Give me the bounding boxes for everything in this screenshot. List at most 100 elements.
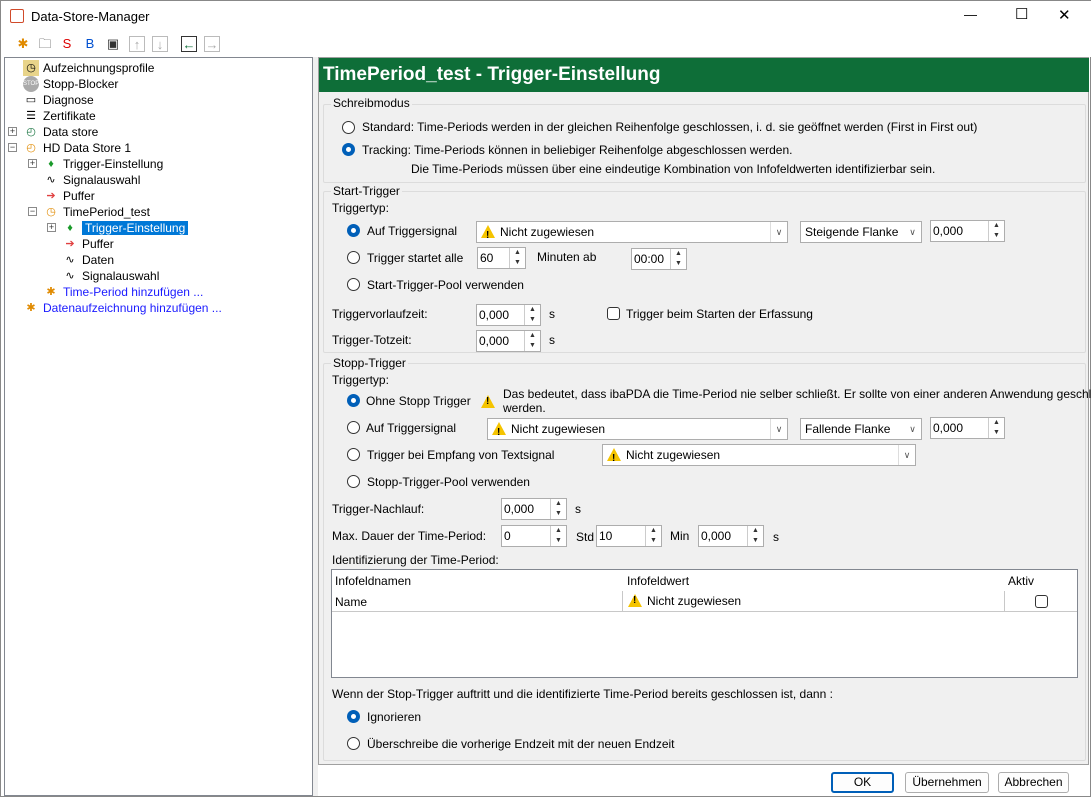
close-button[interactable]: ✕: [1058, 6, 1071, 24]
spinner-arrows-icon[interactable]: ▲ ▼: [670, 249, 686, 269]
stopp-trigger-pool-radio[interactable]: [347, 475, 360, 488]
new-profile-icon[interactable]: ✱: [15, 36, 31, 52]
column-header-infofeldwert[interactable]: Infofeldwert: [627, 574, 689, 588]
vorlauf-unit: s: [549, 307, 555, 321]
max-seconds-spinner[interactable]: 0,000 ▲ ▼: [698, 525, 764, 547]
ignorieren-radio[interactable]: [347, 710, 360, 723]
max-hours-spinner[interactable]: 0 ▲ ▼: [501, 525, 567, 547]
textsignal-combo[interactable]: Nicht zugewiesen∨: [602, 444, 916, 469]
collapse-icon[interactable]: −: [28, 207, 37, 216]
expand-icon[interactable]: +: [47, 223, 56, 232]
warning-icon: [481, 225, 495, 246]
tree-item-signalauswahl[interactable]: ∿ Signalauswahl: [62, 268, 159, 284]
textsignal-radio[interactable]: [347, 448, 360, 461]
spinner-arrows-icon[interactable]: ▲ ▼: [747, 526, 763, 546]
open-folder-icon[interactable]: 🗀: [37, 36, 53, 52]
nachlauf-spinner[interactable]: 0,000 ▲ ▼: [501, 498, 567, 520]
tree-item-daten[interactable]: ∿ Daten: [62, 252, 114, 268]
save-icon[interactable]: ▣: [105, 36, 121, 52]
cancel-button[interactable]: Abbrechen: [998, 772, 1069, 793]
ok-button[interactable]: OK: [831, 772, 894, 793]
stopp-trigger-pool-label: Stopp-Trigger-Pool verwenden: [367, 475, 530, 489]
tree-item-trigger-einstellung[interactable]: ♦ Trigger-Einstellung: [43, 156, 163, 172]
column-header-aktiv[interactable]: Aktiv: [1008, 574, 1034, 588]
totzeit-spinner[interactable]: 0,000 ▲ ▼: [476, 330, 541, 352]
spinner-arrows-icon[interactable]: ▲ ▼: [509, 248, 525, 268]
start-level-spinner[interactable]: 0,000 ▲ ▼: [930, 220, 1005, 242]
maximize-button[interactable]: ☐: [1015, 5, 1028, 23]
stop-signal-combo[interactable]: Nicht zugewiesen∨: [487, 418, 788, 443]
table-row[interactable]: Name Nicht zugewiesen: [332, 591, 1077, 612]
spinner-arrows-icon[interactable]: ▲ ▼: [645, 526, 661, 546]
tracking-radio[interactable]: [342, 143, 355, 156]
start-time-spinner[interactable]: 00:00 ▲ ▼: [631, 248, 687, 270]
seconds-unit: s: [773, 530, 779, 544]
monitor-icon: ▭: [25, 94, 37, 106]
page-title: TimePeriod_test - Trigger-Einstellung: [319, 58, 1089, 92]
spinner-arrows-icon[interactable]: ▲ ▼: [988, 418, 1004, 438]
tree-item-aufzeichnungsprofile[interactable]: ◷ Aufzeichnungsprofile: [23, 60, 154, 76]
move-down-icon[interactable]: ↓: [152, 36, 168, 52]
spinner-arrows-icon[interactable]: ▲ ▼: [524, 305, 540, 325]
warning-icon: [481, 395, 500, 409]
stop-icon: STOP: [23, 76, 39, 92]
ohne-stopp-trigger-label: Ohne Stopp Trigger: [366, 394, 471, 408]
expand-icon[interactable]: +: [28, 159, 37, 168]
open-s-icon[interactable]: S: [59, 36, 75, 52]
minutes-spinner[interactable]: 60 ▲ ▼: [477, 247, 526, 269]
row-value[interactable]: Nicht zugewiesen: [628, 594, 741, 608]
chevron-down-icon: ∨: [898, 445, 915, 465]
column-header-infofeldnamen[interactable]: Infofeldnamen: [335, 574, 411, 588]
tree-item-add-datenaufzeichnung[interactable]: ✱ Datenaufzeichnung hinzufügen ...: [23, 300, 221, 316]
start-trigger-pool-radio[interactable]: [347, 278, 360, 291]
stop-level-spinner[interactable]: 0,000 ▲ ▼: [930, 417, 1005, 439]
hd-datastore-icon: ◴: [26, 142, 36, 154]
signal-icon: ∿: [65, 270, 75, 282]
standard-radio[interactable]: [342, 121, 355, 134]
column-divider: [1004, 591, 1005, 611]
start-flanke-combo[interactable]: Steigende Flanke ∨: [800, 221, 922, 243]
collapse-icon[interactable]: −: [8, 143, 17, 152]
forward-icon[interactable]: →: [204, 36, 220, 52]
tree-item-diagnose[interactable]: ▭ Diagnose: [23, 92, 94, 108]
navigation-tree[interactable]: + − + − + ◷ Aufzeichnungsprofile STOP Stop…: [4, 57, 313, 796]
start-auf-triggersignal-radio[interactable]: [347, 224, 360, 237]
apply-button[interactable]: Übernehmen: [905, 772, 989, 793]
max-minutes-spinner[interactable]: 10 ▲ ▼: [596, 525, 662, 547]
start-trigger-group: [323, 191, 1086, 353]
app-icon: [10, 9, 24, 23]
trigger-icon: ♦: [67, 222, 73, 234]
tree-item-timeperiod-test[interactable]: ◷ TimePeriod_test: [43, 204, 150, 220]
ohne-stopp-trigger-radio[interactable]: [347, 394, 360, 407]
tree-item-puffer[interactable]: ➔ Puffer: [43, 188, 94, 204]
stop-triggertyp-label: Triggertyp:: [332, 373, 389, 387]
stop-auf-triggersignal-radio[interactable]: [347, 421, 360, 434]
tree-item-puffer[interactable]: ➔ Puffer: [62, 236, 113, 252]
spinner-arrows-icon[interactable]: ▲ ▼: [550, 499, 566, 519]
trigger-beim-start-checkbox[interactable]: [607, 307, 620, 320]
tree-item-stopp-blocker[interactable]: STOP Stopp-Blocker: [23, 76, 118, 92]
vorlauf-spinner[interactable]: 0,000 ▲ ▼: [476, 304, 541, 326]
add-icon: ✱: [46, 286, 56, 298]
spinner-arrows-icon[interactable]: ▲ ▼: [524, 331, 540, 351]
tree-item-trigger-einstellung-selected[interactable]: ♦ Trigger-Einstellung: [62, 220, 189, 236]
ueberschreibe-radio[interactable]: [347, 737, 360, 750]
open-b-icon[interactable]: B: [82, 36, 98, 52]
back-icon[interactable]: ←: [181, 36, 197, 52]
move-up-icon[interactable]: ↑: [129, 36, 145, 52]
minimize-button[interactable]: —: [964, 7, 977, 22]
tree-item-zertifikate[interactable]: ☰ Zertifikate: [23, 108, 96, 124]
expand-icon[interactable]: +: [8, 127, 17, 136]
trigger-startet-alle-radio[interactable]: [347, 251, 360, 264]
row-active-checkbox[interactable]: [1035, 595, 1048, 608]
window-title: Data-Store-Manager: [31, 9, 150, 24]
identifizierung-label: Identifizierung der Time-Period:: [332, 553, 499, 567]
tree-item-data-store[interactable]: ◴ Data store: [23, 124, 98, 140]
start-signal-combo[interactable]: Nicht zugewiesen∨: [476, 221, 788, 246]
spinner-arrows-icon[interactable]: ▲ ▼: [550, 526, 566, 546]
stop-flanke-combo[interactable]: Fallende Flanke ∨: [800, 418, 922, 440]
tree-item-hd-data-store[interactable]: ◴ HD Data Store 1: [23, 140, 131, 156]
spinner-arrows-icon[interactable]: ▲ ▼: [988, 221, 1004, 241]
tree-item-add-time-period[interactable]: ✱ Time-Period hinzufügen ...: [43, 284, 203, 300]
tree-item-signalauswahl[interactable]: ∿ Signalauswahl: [43, 172, 140, 188]
